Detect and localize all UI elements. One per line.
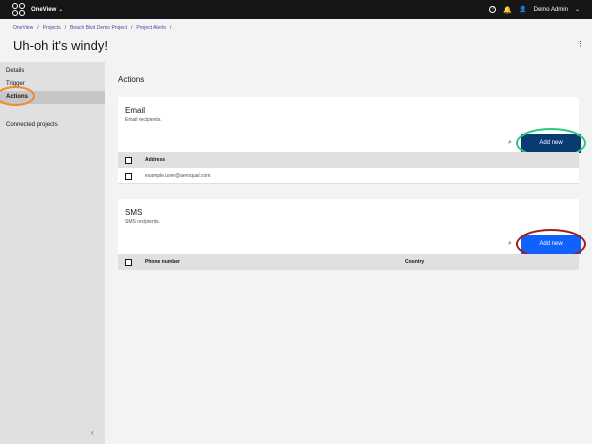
column-header-phone-number: Phone number (145, 259, 181, 265)
sms-subtitle: SMS recipients. (125, 219, 161, 225)
user-icon[interactable]: 👤 (519, 6, 526, 13)
overflow-menu-icon[interactable]: ⋮ (577, 40, 584, 48)
breadcrumb-separator: / (169, 25, 172, 31)
app-logo-icon[interactable] (12, 3, 25, 16)
email-subtitle: Email recipients. (125, 117, 162, 123)
collapse-sidebar-icon[interactable]: ‹ (91, 428, 94, 437)
main-content: Actions Email Email recipients. ⌕ Add ne… (105, 62, 592, 444)
top-right-actions: ? 🔔 👤 Demo Admin ⌄ (489, 0, 580, 19)
column-header-address: Address (145, 157, 166, 163)
sidebar-item-details[interactable]: Details (0, 65, 105, 78)
breadcrumb-project[interactable]: Beach Blvd Demo Project (70, 25, 127, 31)
email-title: Email (125, 106, 146, 115)
page-title: Uh-oh it's windy! (13, 38, 108, 53)
column-header-country: Country (405, 259, 425, 265)
breadcrumb-projects[interactable]: Projects (43, 25, 61, 31)
select-all-checkbox[interactable] (125, 157, 132, 164)
sidebar-item-connected-projects[interactable]: Connected projects (0, 119, 105, 132)
breadcrumb-project-alerts[interactable]: Project Alerts (136, 25, 165, 31)
email-card: Email Email recipients. ⌕ Add new Addres… (118, 97, 586, 184)
breadcrumb-oneview[interactable]: OneView (13, 25, 33, 31)
email-table-header: Address (118, 152, 579, 168)
sidebar: Details Trigger Actions Connected projec… (0, 62, 105, 444)
sms-title: SMS (125, 208, 143, 217)
breadcrumb-separator: / (64, 25, 67, 31)
breadcrumb-separator: / (37, 25, 39, 31)
page-header: OneView / Projects / Beach Blvd Demo Pro… (0, 19, 592, 62)
help-icon[interactable]: ? (489, 6, 497, 13)
search-icon[interactable]: ⌕ (508, 139, 512, 147)
breadcrumb-separator: / (131, 25, 133, 31)
table-row: example.user@aeroqual.com (118, 168, 579, 184)
breadcrumb: OneView / Projects / Beach Blvd Demo Pro… (13, 25, 171, 31)
address-cell: example.user@aeroqual.com (145, 173, 211, 179)
notification-bell-icon[interactable]: 🔔 (503, 6, 512, 14)
chevron-down-icon[interactable]: ⌄ (58, 6, 63, 13)
top-nav-bar: OneView ⌄ ? 🔔 👤 Demo Admin ⌄ (0, 0, 592, 19)
section-heading: Actions (118, 75, 145, 84)
user-menu-label[interactable]: Demo Admin (534, 7, 568, 13)
select-all-checkbox[interactable] (125, 259, 132, 266)
search-icon[interactable]: ⌕ (508, 240, 512, 248)
app-switcher-label[interactable]: OneView (31, 7, 56, 13)
user-menu-chevron-icon[interactable]: ⌄ (575, 6, 580, 13)
sms-card: SMS SMS recipients. ⌕ Add new Phone numb… (118, 199, 586, 270)
sms-table-header: Phone number Country (118, 254, 579, 270)
row-checkbox[interactable] (125, 173, 132, 180)
